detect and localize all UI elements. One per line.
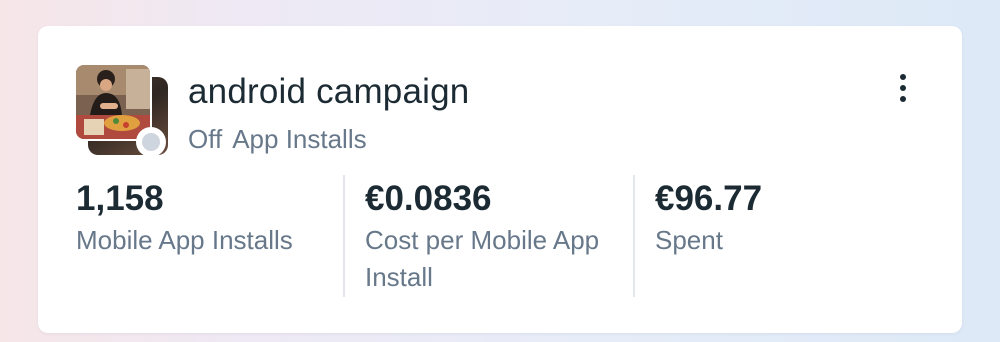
campaign-status: Off [188, 124, 223, 154]
more-dot [900, 74, 906, 80]
campaign-name[interactable]: android campaign [188, 72, 469, 112]
metric-label: Cost per Mobile App Install [365, 225, 600, 292]
more-dot [900, 85, 906, 91]
metric-installs: 1,158 Mobile App Installs [76, 178, 346, 259]
campaign-thumbnail [74, 63, 152, 141]
thumbnail-image [76, 65, 150, 139]
metric-divider [633, 175, 635, 297]
metric-value: €96.77 [655, 179, 763, 218]
campaign-thumbnail-stack [74, 63, 170, 159]
metric-cost-per-install: €0.0836 Cost per Mobile App Install [365, 178, 635, 296]
more-options-icon[interactable] [890, 68, 916, 108]
status-indicator-icon [136, 127, 166, 157]
metric-label: Mobile App Installs [76, 225, 293, 255]
metric-value: 1,158 [76, 179, 164, 218]
metric-spent: €96.77 Spent [655, 178, 925, 259]
metric-label: Spent [655, 225, 723, 255]
campaign-objective: App Installs [232, 124, 367, 154]
campaign-card[interactable]: android campaign Off App Installs 1,158 M… [38, 26, 962, 333]
campaign-subtitle: Off App Installs [188, 124, 367, 155]
metric-value: €0.0836 [365, 179, 492, 218]
more-dot [900, 96, 906, 102]
metric-divider [343, 175, 345, 297]
